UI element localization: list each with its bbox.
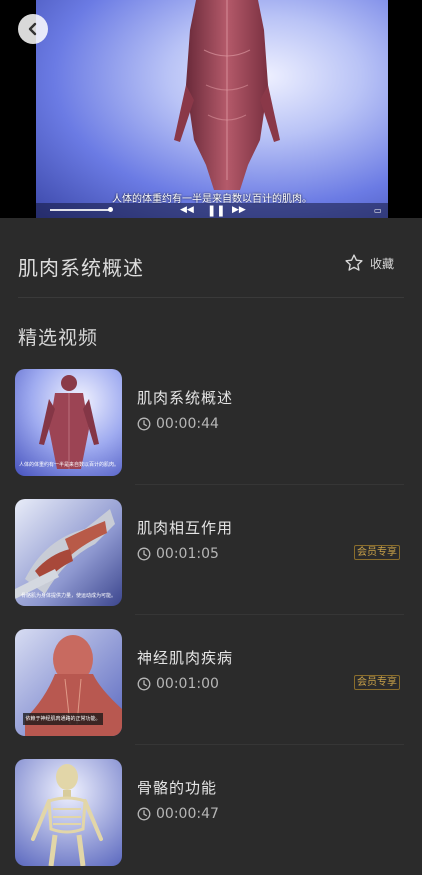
favorite-label: 收藏	[369, 256, 394, 271]
section-title: 精选视频	[18, 327, 99, 349]
back-button[interactable]	[18, 14, 48, 44]
course-header: 肌肉系统概述 收藏	[0, 218, 422, 298]
vip-badge: 会员专享	[354, 545, 400, 560]
video-list: 人体的体重约有一半是来自数以百计的肌肉。 肌肉系统概述 00:00:44 骨骼肌…	[0, 355, 422, 875]
thumbnail-caption: 骨骼肌为身体提供力量，使运动成为可能。	[20, 593, 116, 599]
duration-row: 00:00:47	[137, 806, 219, 822]
video-duration: 00:01:05	[156, 546, 219, 562]
video-thumbnail: 人体的体重约有一半是来自数以百计的肌肉。	[15, 369, 122, 476]
thumbnail-caption: 人体的体重约有一半是来自数以百计的肌肉。	[19, 462, 118, 468]
video-item[interactable]: 骨骼肌为身体提供力量，使运动成为可能。 肌肉相互作用 00:01:05 会员专享	[0, 485, 422, 615]
video-thumbnail: 依赖于神经肌肉通路的正常功能。	[15, 629, 122, 736]
screen-icon[interactable]: ▭	[374, 204, 382, 217]
video-thumbnail	[15, 759, 122, 866]
video-frame[interactable]: 人体的体重约有一半是来自数以百计的肌肉。	[36, 0, 388, 218]
progress-knob[interactable]	[108, 207, 113, 212]
video-title: 神经肌肉疾病	[137, 649, 234, 667]
fast-forward-icon[interactable]: ▶▶	[232, 204, 246, 217]
duration-row: 00:01:05	[137, 546, 219, 562]
duration-row: 00:00:44	[137, 416, 219, 432]
clock-icon	[137, 807, 151, 821]
divider	[18, 297, 404, 298]
thumbnail-caption: 依赖于神经肌肉通路的正常功能。	[23, 713, 103, 725]
duration-row: 00:01:00	[137, 676, 219, 692]
player-controls: ◀◀ ❚❚ ▶▶ ▭	[36, 203, 388, 218]
star-icon	[345, 254, 363, 271]
clock-icon	[137, 547, 151, 561]
video-player[interactable]: 人体的体重约有一半是来自数以百计的肌肉。 ◀◀ ❚❚ ▶▶ ▭	[0, 0, 422, 218]
page-title: 肌肉系统概述	[18, 256, 144, 280]
chevron-left-icon	[28, 22, 37, 36]
progress-bar[interactable]	[50, 209, 110, 211]
clock-icon	[137, 417, 151, 431]
video-thumbnail: 骨骼肌为身体提供力量，使运动成为可能。	[15, 499, 122, 606]
pause-icon[interactable]: ❚❚	[207, 204, 225, 217]
video-duration: 00:00:44	[156, 416, 219, 432]
video-item[interactable]: 人体的体重约有一半是来自数以百计的肌肉。 肌肉系统概述 00:00:44	[0, 355, 422, 485]
video-item[interactable]: 骨骼的功能 00:00:47	[0, 745, 422, 875]
video-title: 肌肉系统概述	[137, 389, 234, 407]
muscle-figure-image	[174, 0, 280, 190]
video-duration: 00:00:47	[156, 806, 219, 822]
video-duration: 00:01:00	[156, 676, 219, 692]
rewind-icon[interactable]: ◀◀	[180, 204, 194, 217]
favorite-button[interactable]: 收藏	[344, 253, 394, 273]
clock-icon	[137, 677, 151, 691]
video-item[interactable]: 依赖于神经肌肉通路的正常功能。 神经肌肉疾病 00:01:00 会员专享	[0, 615, 422, 745]
vip-badge: 会员专享	[354, 675, 400, 690]
video-title: 肌肉相互作用	[137, 519, 234, 537]
video-title: 骨骼的功能	[137, 779, 218, 797]
